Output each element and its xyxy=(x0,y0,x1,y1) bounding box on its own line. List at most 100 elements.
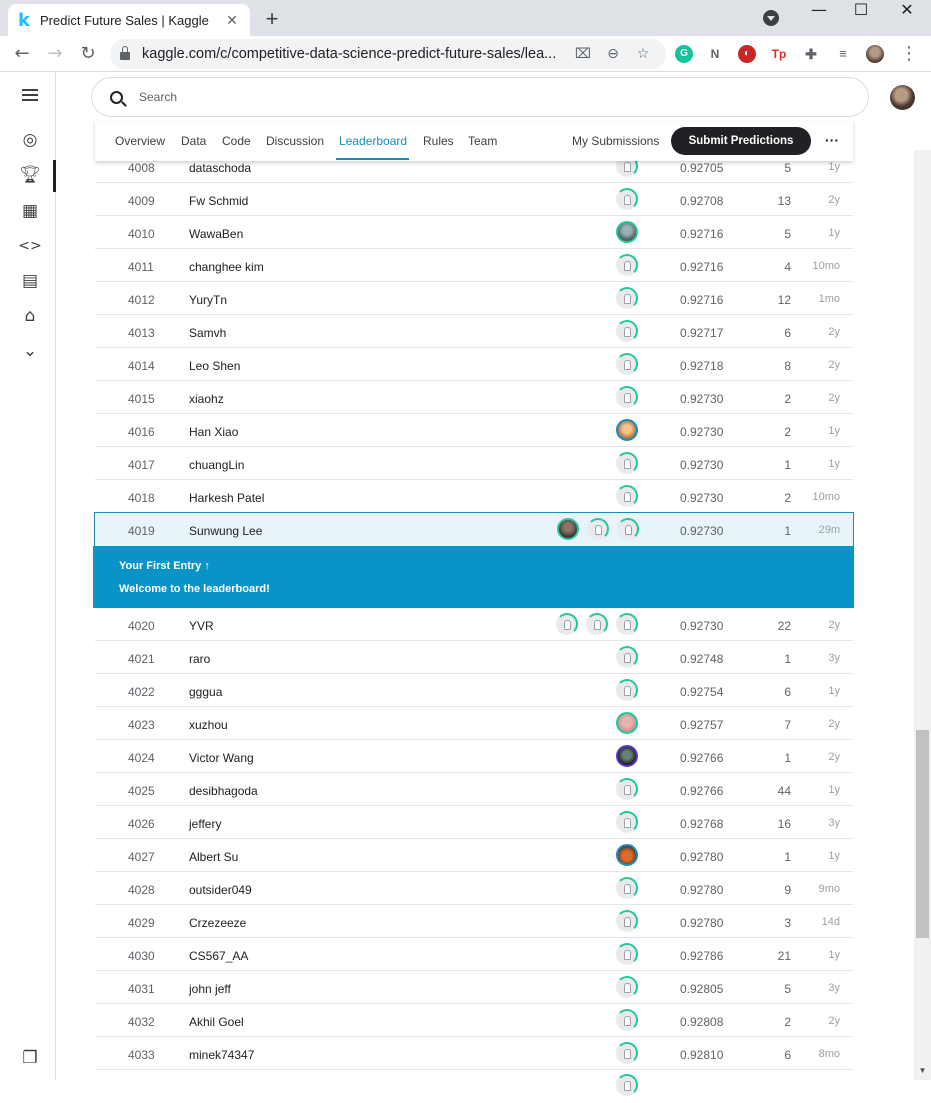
team-member-avatar[interactable] xyxy=(557,518,579,540)
kaggle-search-bar[interactable]: Search xyxy=(91,77,869,117)
copy-icon[interactable]: ❐ xyxy=(18,1046,42,1070)
discussion-icon[interactable]: ▤ xyxy=(18,269,42,293)
team-name[interactable]: WawaBen xyxy=(189,227,243,241)
code-icon[interactable]: <> xyxy=(18,234,42,258)
table-row[interactable]: 4015 xiaohz 0.92730 2 2y xyxy=(95,381,853,414)
table-row[interactable]: 4009 Fw Schmid 0.92708 13 2y xyxy=(95,183,853,216)
reload-icon[interactable]: ↻ xyxy=(76,42,100,66)
tab-leaderboard[interactable]: Leaderboard xyxy=(339,134,407,148)
team-member-avatar[interactable] xyxy=(616,745,638,767)
table-row[interactable]: 4024 Victor Wang 0.92766 1 2y xyxy=(95,740,853,773)
team-member-avatar[interactable] xyxy=(616,778,638,800)
team-member-avatar[interactable] xyxy=(616,844,638,866)
table-row[interactable]: 4011 changhee kim 0.92716 4 10mo xyxy=(95,249,853,282)
team-member-avatar[interactable] xyxy=(586,613,608,635)
lock-icon[interactable] xyxy=(120,46,130,60)
extensions-puzzle-icon[interactable]: ✚ xyxy=(802,45,820,63)
chevron-down-icon[interactable]: ⌄ xyxy=(18,339,42,363)
team-member-avatar[interactable] xyxy=(617,518,639,540)
profile-avatar[interactable] xyxy=(866,45,884,63)
more-options-icon[interactable]: ··· xyxy=(822,133,842,147)
forward-icon[interactable]: → xyxy=(43,42,67,66)
zoom-icon[interactable]: ⊖ xyxy=(604,45,622,63)
team-name[interactable]: Harkesh Patel xyxy=(189,491,264,505)
team-name[interactable]: Han Xiao xyxy=(189,425,238,439)
team-member-avatar[interactable] xyxy=(616,646,638,668)
extension-tp-icon[interactable]: Tp xyxy=(770,45,788,63)
team-member-avatar[interactable] xyxy=(616,679,638,701)
team-member-avatar[interactable] xyxy=(616,254,638,276)
submit-predictions-button[interactable]: Submit Predictions xyxy=(671,127,811,155)
scroll-down-arrow-icon[interactable]: ▼ xyxy=(915,1066,930,1075)
team-name[interactable]: desibhagoda xyxy=(189,784,258,798)
team-name[interactable]: Akhil Goel xyxy=(189,1015,244,1029)
table-row[interactable]: 4029 Crzezeeze 0.92780 3 14d xyxy=(95,905,853,938)
team-member-avatar[interactable] xyxy=(616,943,638,965)
team-member-avatar[interactable] xyxy=(616,712,638,734)
table-row[interactable]: 4012 YuryTn 0.92716 12 1mo xyxy=(95,282,853,315)
team-member-avatar[interactable] xyxy=(616,419,638,441)
team-name[interactable]: xuzhou xyxy=(189,718,228,732)
team-member-avatar[interactable] xyxy=(616,1042,638,1064)
table-row[interactable]: 4013 Samvh 0.92717 6 2y xyxy=(95,315,853,348)
team-member-avatar[interactable] xyxy=(616,386,638,408)
table-row[interactable]: 4020 YVR 0.92730 22 2y xyxy=(95,608,853,641)
menu-icon[interactable] xyxy=(18,86,42,110)
table-row[interactable]: 4030 CS567_AA 0.92786 21 1y xyxy=(95,938,853,971)
tab-overview[interactable]: Overview xyxy=(115,134,165,148)
team-name[interactable]: YVR xyxy=(189,619,214,633)
team-member-avatar[interactable] xyxy=(616,613,638,635)
team-member-avatar[interactable] xyxy=(616,1074,638,1096)
team-name[interactable]: jeffery xyxy=(189,817,221,831)
search-input[interactable]: Search xyxy=(139,90,177,104)
team-name[interactable]: Crzezeeze xyxy=(189,916,246,930)
team-name[interactable]: dataschoda xyxy=(189,161,251,175)
browser-menu-icon[interactable]: ⋮ xyxy=(897,42,921,66)
team-name[interactable]: Victor Wang xyxy=(189,751,254,765)
table-row[interactable]: 4010 WawaBen 0.92716 5 1y xyxy=(95,216,853,249)
team-name[interactable]: YuryTn xyxy=(189,293,227,307)
my-submissions-link[interactable]: My Submissions xyxy=(572,134,659,148)
learn-icon[interactable]: ⌂ xyxy=(18,304,42,328)
table-row[interactable]: 4028 outsider049 0.92780 9 9mo xyxy=(95,872,853,905)
media-control-icon[interactable]: ≡ xyxy=(834,45,852,63)
table-row[interactable]: 4016 Han Xiao 0.92730 2 1y xyxy=(95,414,853,447)
team-member-avatar[interactable] xyxy=(616,320,638,342)
team-member-avatar[interactable] xyxy=(556,613,578,635)
team-member-avatar[interactable] xyxy=(587,518,609,540)
tab-rules[interactable]: Rules xyxy=(423,134,454,148)
table-row[interactable]: 4017 chuangLin 0.92730 1 1y xyxy=(95,447,853,480)
team-name[interactable]: chuangLin xyxy=(189,458,244,472)
table-row[interactable]: 4014 Leo Shen 0.92718 8 2y xyxy=(95,348,853,381)
team-name[interactable]: Albert Su xyxy=(189,850,238,864)
table-row[interactable]: 4031 john jeff 0.92805 5 3y xyxy=(95,971,853,1004)
url-text[interactable]: kaggle.com/c/competitive-data-science-pr… xyxy=(142,46,582,62)
browser-tab[interactable]: k Predict Future Sales | Kaggle ✕ xyxy=(8,4,250,36)
tab-data[interactable]: Data xyxy=(181,134,206,148)
table-row[interactable]: 4032 Akhil Goel 0.92808 2 2y xyxy=(95,1004,853,1037)
team-member-avatar[interactable] xyxy=(616,910,638,932)
extension-red-icon[interactable]: ◐ xyxy=(738,45,756,63)
table-row[interactable]: 4026 jeffery 0.92768 16 3y xyxy=(95,806,853,839)
team-name[interactable]: outsider049 xyxy=(189,883,252,897)
close-tab-icon[interactable]: ✕ xyxy=(224,12,240,29)
user-avatar[interactable] xyxy=(890,85,915,110)
table-row[interactable]: 4033 minek74347 0.92810 6 8mo xyxy=(95,1037,853,1070)
extension-n-icon[interactable]: N xyxy=(706,45,724,63)
trophy-icon[interactable]: 🏆︎ xyxy=(18,163,42,187)
back-icon[interactable]: ← xyxy=(10,42,34,66)
tab-search-icon[interactable] xyxy=(763,10,779,26)
table-icon[interactable]: ▦ xyxy=(18,199,42,223)
table-row[interactable]: 4025 desibhagoda 0.92766 44 1y xyxy=(95,773,853,806)
tab-discussion[interactable]: Discussion xyxy=(266,134,324,148)
minimize-icon[interactable]: — xyxy=(804,0,834,19)
team-name[interactable]: xiaohz xyxy=(189,392,224,406)
grammarly-extension-icon[interactable]: G xyxy=(675,45,693,63)
team-name[interactable]: minek74347 xyxy=(189,1048,254,1062)
team-name[interactable]: CS567_AA xyxy=(189,949,248,963)
team-member-avatar[interactable] xyxy=(616,1009,638,1031)
table-row[interactable]: 4018 Harkesh Patel 0.92730 2 10mo xyxy=(95,480,853,513)
translate-icon[interactable]: ⌧ xyxy=(574,45,592,63)
team-member-avatar[interactable] xyxy=(616,811,638,833)
scrollbar-thumb[interactable] xyxy=(916,730,929,938)
